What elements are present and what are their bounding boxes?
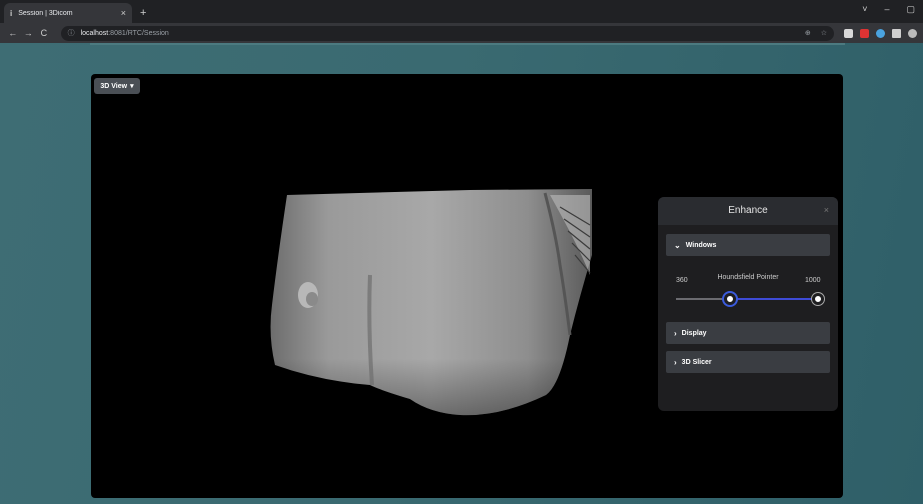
chevron-right-icon: › (674, 357, 677, 367)
houndsfield-max-label: 1000 (805, 277, 821, 284)
display-section-toggle[interactable]: › Display (666, 322, 830, 344)
tab-search-icon[interactable]: ˅ (862, 4, 867, 15)
bookmark-star-icon[interactable]: ☆ (821, 29, 827, 37)
extensions-area (844, 28, 918, 38)
extension-1-icon[interactable] (844, 28, 854, 38)
restore-icon[interactable]: ▢ (906, 4, 915, 15)
forward-icon[interactable]: → (22, 28, 36, 38)
enhance-title: Enhance (728, 205, 768, 216)
extensions-puzzle-icon[interactable] (892, 28, 902, 38)
houndsfield-range-slider[interactable] (676, 293, 824, 305)
chevron-right-icon: › (674, 328, 677, 338)
profile-avatar-icon[interactable] (908, 28, 918, 38)
page-divider (90, 43, 845, 45)
tab-title: Session | 3Dicom (18, 9, 73, 17)
favicon-icon: i (10, 8, 13, 18)
slider-low-handle[interactable] (723, 293, 736, 305)
url-path: :8081/RTC/Session (108, 29, 169, 37)
windows-section-toggle[interactable]: ⌄ Windows (666, 234, 830, 256)
windows-section-label: Windows (685, 241, 717, 249)
3d-slicer-section-label: 3D Slicer (681, 358, 712, 366)
3d-torso-render[interactable] (260, 185, 600, 425)
new-tab-button[interactable]: + (140, 7, 146, 19)
share-icon[interactable]: ⊕ (805, 29, 811, 37)
tab-strip: i Session | 3Dicom × + ˅ – ▢ (0, 0, 923, 23)
browser-tab[interactable]: i Session | 3Dicom × (4, 3, 132, 23)
extension-3-icon[interactable] (876, 28, 886, 38)
tab-close-icon[interactable]: × (121, 8, 126, 18)
extension-record-icon[interactable] (860, 28, 870, 38)
browser-toolbar: ← → C ⓘ localhost :8081/RTC/Session ⊕ ☆ (0, 23, 923, 43)
slider-high-handle[interactable] (812, 293, 824, 305)
display-section-label: Display (681, 329, 707, 337)
address-bar[interactable]: ⓘ localhost :8081/RTC/Session ⊕ ☆ (60, 25, 835, 41)
minimize-icon[interactable]: – (884, 4, 889, 15)
view-mode-dropdown[interactable]: 3D View ▾ (94, 78, 140, 94)
chevron-down-icon: ⌄ (674, 240, 681, 250)
houndsfield-min-label: 360 (676, 277, 688, 284)
back-icon[interactable]: ← (6, 28, 20, 38)
window-controls: ˅ – ▢ (862, 4, 915, 15)
reload-icon[interactable]: C (37, 28, 51, 38)
site-info-icon[interactable]: ⓘ (68, 28, 75, 38)
close-icon[interactable]: × (824, 205, 829, 215)
slider-fill (729, 298, 818, 300)
3d-slicer-section-toggle[interactable]: › 3D Slicer (666, 351, 830, 373)
view-mode-label: 3D View (100, 82, 128, 90)
url-host: localhost (80, 29, 109, 37)
caret-down-icon: ▾ (130, 83, 134, 90)
enhance-panel: Enhance × ⌄ Windows Houndsfield Pointer … (658, 197, 838, 411)
